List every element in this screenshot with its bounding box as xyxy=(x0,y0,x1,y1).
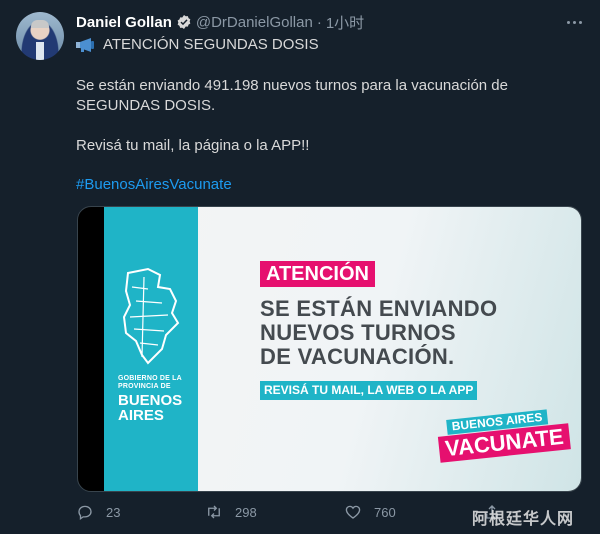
megaphone-icon xyxy=(76,38,94,52)
tweet[interactable]: Daniel Gollan @DrDanielGollan · 1小时 ATEN… xyxy=(0,0,600,534)
like-count: 760 xyxy=(374,504,396,520)
gobierno-label: GOBIERNO DE LA PROVINCIA DE xyxy=(118,375,182,391)
card-headline: SE ESTÁN ENVIANDO NUEVOS TURNOS DE VACUN… xyxy=(260,297,560,369)
retweet-button[interactable]: 298 xyxy=(205,503,257,521)
headline-line-1: SE ESTÁN ENVIANDO xyxy=(260,296,498,321)
reply-icon xyxy=(78,505,92,521)
reply-count: 23 xyxy=(106,504,121,520)
headline-line-3: DE VACUNACIÓN. xyxy=(260,344,455,369)
retweet-count: 298 xyxy=(235,504,257,520)
gobierno-line-1: GOBIERNO DE LA xyxy=(118,375,182,382)
tweet-line-3: Revisá tu mail, la página o la APP!! xyxy=(76,137,310,154)
gobierno-line-2: PROVINCIA DE xyxy=(118,383,171,390)
media-image-card[interactable]: GOBIERNO DE LA PROVINCIA DE BUENOS AIRES… xyxy=(77,206,582,492)
reply-button[interactable]: 23 xyxy=(76,503,120,521)
hashtag-link[interactable]: #BuenosAiresVacunate xyxy=(76,176,232,193)
more-options-button[interactable] xyxy=(562,10,586,34)
avatar-hair xyxy=(31,20,49,28)
atencion-banner: ATENCIÓN xyxy=(260,261,375,287)
tweet-line-1: ATENCIÓN SEGUNDAS DOSIS xyxy=(76,35,319,55)
card-artwork: GOBIERNO DE LA PROVINCIA DE BUENOS AIRES… xyxy=(104,207,581,491)
retweet-icon xyxy=(208,505,220,519)
province-map-icon xyxy=(122,267,180,365)
more-dot-icon xyxy=(572,20,576,24)
author-handle[interactable]: @DrDanielGollan xyxy=(196,14,313,31)
tweet-timestamp[interactable]: 1小时 xyxy=(326,12,364,33)
heart-icon xyxy=(345,505,361,519)
vacunate-sticker: BUENOS AIRES VACUNATE xyxy=(436,405,571,463)
brand-stripe: GOBIERNO DE LA PROVINCIA DE BUENOS AIRES xyxy=(104,207,198,491)
more-dot-icon xyxy=(566,20,570,24)
tweet-line-2: Se están enviando 491.198 nuevos turnos … xyxy=(76,77,508,114)
more-dot-icon xyxy=(578,20,582,24)
aires-text: AIRES xyxy=(118,407,164,424)
avatar-shirt xyxy=(36,42,44,60)
like-button[interactable]: 760 xyxy=(344,503,396,521)
headline-line-2: NUEVOS TURNOS xyxy=(260,320,456,345)
author-name[interactable]: Daniel Gollan xyxy=(76,14,172,31)
buenos-text: BUENOS xyxy=(118,392,183,409)
site-watermark: 阿根廷华人网 xyxy=(472,509,575,528)
tweet-title-text: ATENCIÓN SEGUNDAS DOSIS xyxy=(103,36,319,53)
verified-badge-icon xyxy=(177,15,191,29)
card-subline: REVISÁ TU MAIL, LA WEB O LA APP xyxy=(260,381,478,400)
avatar[interactable] xyxy=(16,12,64,60)
buenos-aires-label: BUENOS AIRES xyxy=(118,393,182,423)
separator-dot: · xyxy=(316,13,322,31)
tweet-header: Daniel Gollan @DrDanielGollan · 1小时 xyxy=(76,12,364,32)
